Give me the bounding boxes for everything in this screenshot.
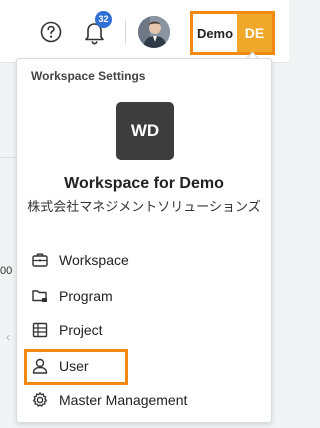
- menu-item-label: Program: [59, 288, 113, 304]
- background-chevron-icon: ‹: [6, 330, 10, 344]
- briefcase-icon: [31, 251, 49, 269]
- menu-item-label: Master Management: [59, 392, 188, 408]
- menu-item-project[interactable]: Project: [25, 315, 263, 345]
- notification-count-badge: 32: [95, 11, 112, 28]
- menu-item-master-management[interactable]: Master Management: [25, 385, 263, 415]
- folders-icon: [31, 287, 49, 305]
- menu-item-program[interactable]: Program: [25, 281, 263, 311]
- workspace-switcher[interactable]: Demo DE: [190, 11, 275, 55]
- grid-table-icon: [31, 321, 49, 339]
- user-avatar[interactable]: [138, 16, 170, 48]
- gear-icon: [31, 391, 49, 409]
- menu-item-user[interactable]: User: [25, 351, 263, 381]
- workspace-logo: WD: [116, 102, 174, 160]
- dropdown-header: Workspace Settings: [31, 69, 146, 83]
- workspace-settings-dropdown: Workspace Settings WD Workspace for Demo…: [16, 58, 272, 423]
- top-bar: 32 Demo DE: [0, 0, 289, 63]
- toolbar-divider: [125, 20, 126, 44]
- help-icon[interactable]: [39, 20, 63, 44]
- menu-item-label: User: [59, 358, 89, 374]
- menu-item-label: Workspace: [59, 252, 129, 268]
- workspace-switcher-code: DE: [237, 14, 272, 52]
- menu-item-label: Project: [59, 322, 103, 338]
- workspace-title: Workspace for Demo: [64, 175, 224, 192]
- workspace-switcher-name: Demo: [196, 25, 234, 41]
- background-partial-text: 00: [0, 265, 13, 277]
- company-name: 株式会社マネジメントソリューションズ: [27, 199, 261, 214]
- menu-item-workspace[interactable]: Workspace: [25, 245, 263, 275]
- user-icon: [31, 357, 49, 375]
- background-divider: [0, 157, 16, 158]
